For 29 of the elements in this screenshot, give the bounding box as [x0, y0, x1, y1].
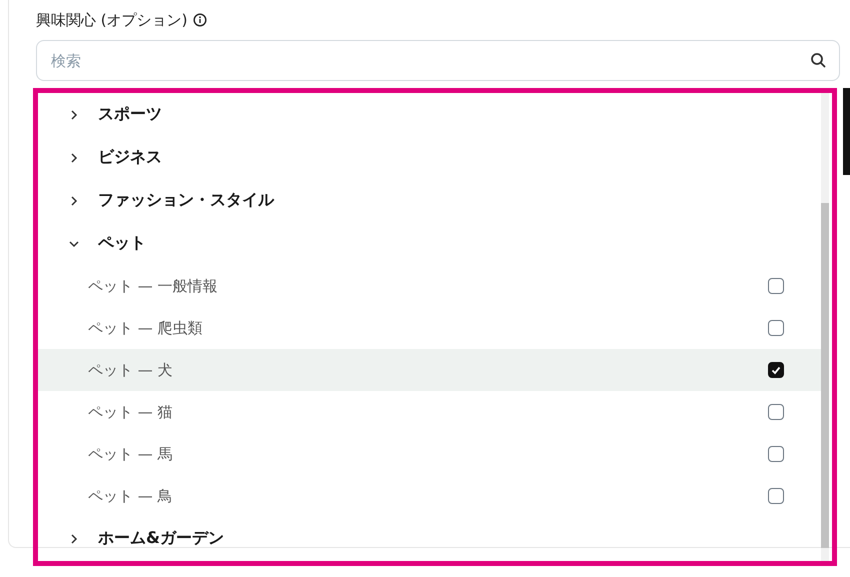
subcategory-label: ペット — 鳥 — [88, 486, 173, 506]
field-label: 興味関心 (オプション) — [36, 10, 188, 30]
subcategory-row[interactable]: ペット — 猫 — [38, 391, 824, 433]
category-item[interactable]: ホーム&ガーデン — [38, 517, 824, 560]
info-icon[interactable] — [193, 13, 208, 27]
checkbox[interactable] — [768, 404, 784, 420]
search-icon[interactable] — [810, 52, 826, 68]
category-item[interactable]: ファッション・スタイル — [38, 179, 824, 222]
subcategory-row[interactable]: ペット — 一般情報 — [38, 265, 824, 307]
checkbox[interactable] — [768, 488, 784, 504]
checkbox[interactable] — [768, 446, 784, 462]
category-item[interactable]: スポーツ — [38, 93, 824, 136]
checkbox[interactable] — [768, 278, 784, 294]
subcategory-label: ペット — 一般情報 — [88, 276, 218, 296]
subcategory-row[interactable]: ペット — 犬 — [38, 349, 824, 391]
search-field[interactable]: 検索 — [36, 40, 840, 81]
check-icon — [770, 364, 782, 376]
category-item[interactable]: ペット — [38, 222, 824, 265]
subcategory-row[interactable]: ペット — 鳥 — [38, 475, 824, 517]
subcategory-row[interactable]: ペット — 爬虫類 — [38, 307, 824, 349]
subcategory-row[interactable]: ペット — 馬 — [38, 433, 824, 475]
checkbox[interactable] — [768, 320, 784, 336]
subcategory-label: ペット — 馬 — [88, 444, 173, 464]
subcategory-label: ペット — 犬 — [88, 360, 173, 380]
scrollbar[interactable] — [821, 93, 829, 561]
subcategory-label: ペット — 猫 — [88, 402, 173, 422]
checkbox[interactable] — [768, 362, 784, 378]
category-item[interactable]: ビジネス — [38, 136, 824, 179]
subcategory-label: ペット — 爬虫類 — [88, 318, 203, 338]
